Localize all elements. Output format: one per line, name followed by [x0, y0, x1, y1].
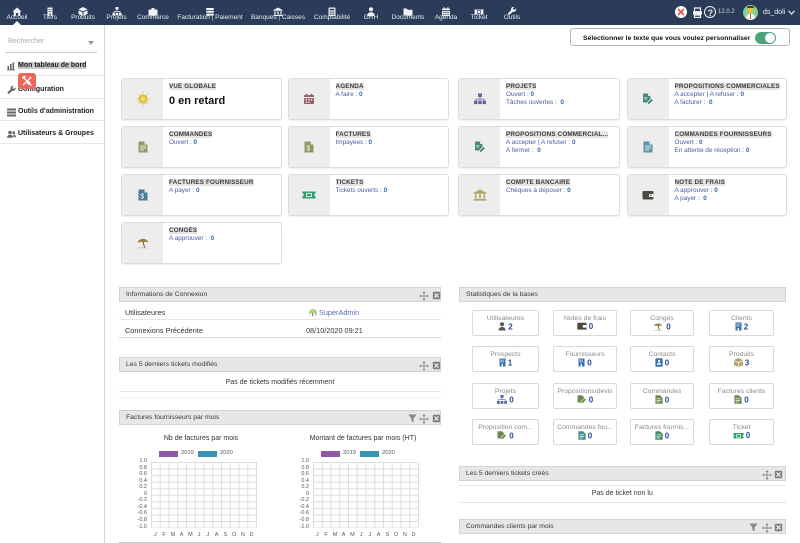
svg-text:$: $ — [306, 145, 310, 152]
svg-text:$: $ — [140, 193, 144, 200]
